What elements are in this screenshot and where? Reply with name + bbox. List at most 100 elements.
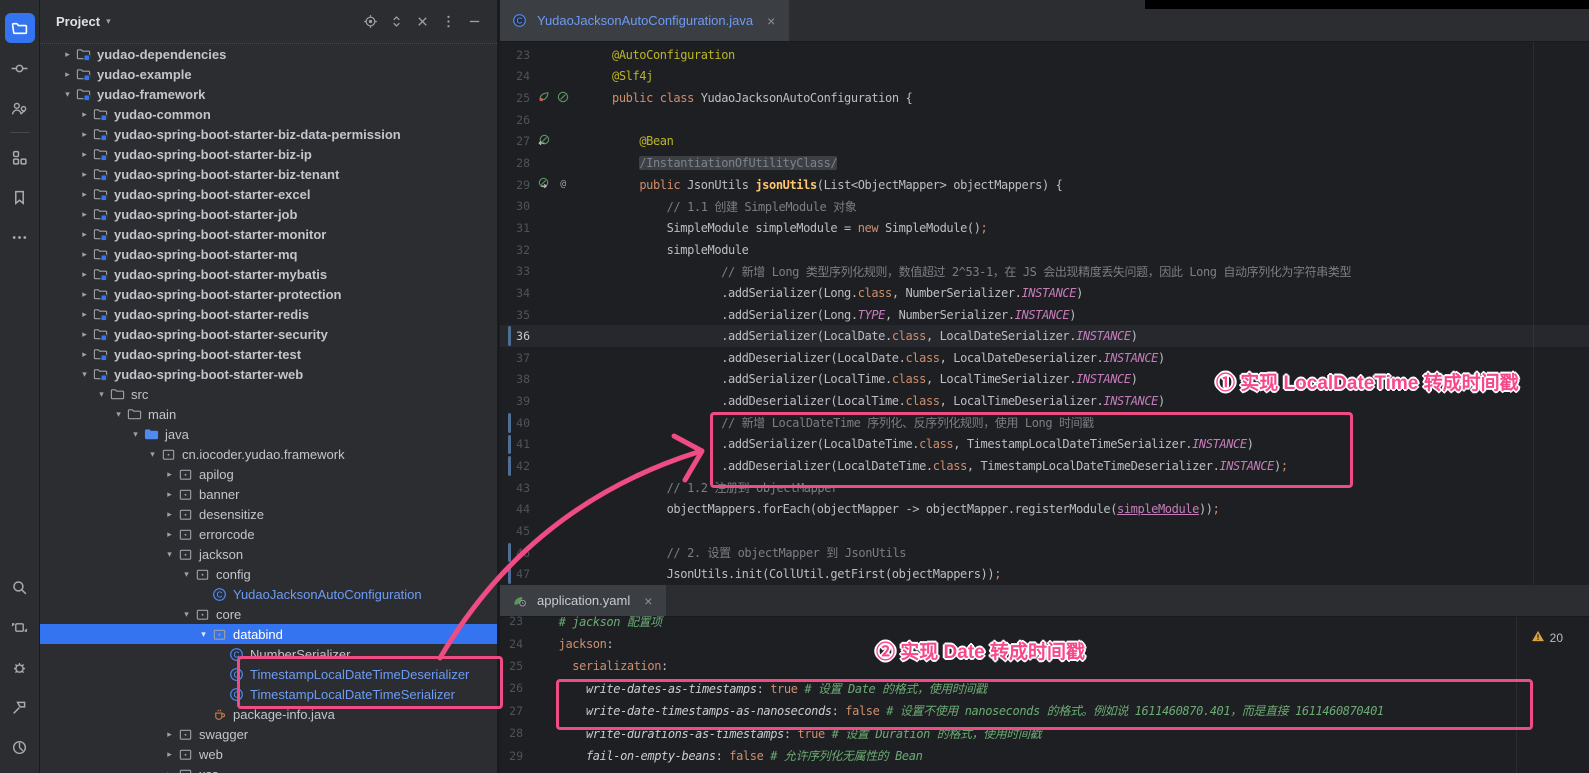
tree-item-yudao-spring-boot-starter-excel[interactable]: ▸yudao-spring-boot-starter-excel bbox=[40, 184, 497, 204]
tree-item-yudao-spring-boot-starter-security[interactable]: ▸yudao-spring-boot-starter-security bbox=[40, 324, 497, 344]
bean-out-icon[interactable] bbox=[537, 176, 551, 193]
more-icon[interactable] bbox=[5, 222, 35, 252]
chevron-right-icon[interactable]: ▸ bbox=[162, 769, 177, 773]
options-icon[interactable] bbox=[435, 9, 461, 35]
code-line-47[interactable]: 47 JsonUtils.init(CollUtil.getFirst(obje… bbox=[500, 563, 1589, 585]
chevron-right-icon[interactable]: ▸ bbox=[77, 209, 92, 220]
spring-boot-icon[interactable] bbox=[537, 90, 551, 107]
chevron-down-icon[interactable]: ▾ bbox=[77, 369, 92, 380]
chevron-right-icon[interactable]: ▸ bbox=[162, 489, 177, 500]
tree-item-cn-iocoder-yudao-framework[interactable]: ▾cn.iocoder.yudao.framework bbox=[40, 444, 497, 464]
chevron-down-icon[interactable]: ▾ bbox=[94, 389, 109, 400]
chevron-down-icon[interactable]: ▾ bbox=[179, 609, 194, 620]
code-line-30[interactable]: 30 // 1.1 创建 SimpleModule 对象 bbox=[500, 195, 1589, 217]
code-line-40[interactable]: 40 // 新增 LocalDateTime 序列化、反序列化规则，使用 Lon… bbox=[500, 412, 1589, 434]
search-icon[interactable] bbox=[5, 572, 35, 602]
code-line-25[interactable]: 25 serialization: bbox=[500, 655, 1589, 677]
chevron-right-icon[interactable]: ▸ bbox=[77, 129, 92, 140]
debug-icon[interactable] bbox=[5, 652, 35, 682]
code-line-35[interactable]: 35 .addSerializer(Long.TYPE, NumberSeria… bbox=[500, 304, 1589, 326]
code-line-34[interactable]: 34 .addSerializer(Long.class, NumberSeri… bbox=[500, 282, 1589, 304]
code-line-44[interactable]: 44 objectMappers.forEach(objectMapper ->… bbox=[500, 498, 1589, 520]
tree-item-databind[interactable]: ▾databind bbox=[40, 624, 497, 644]
chevron-right-icon[interactable]: ▸ bbox=[77, 289, 92, 300]
tree-item-yudao-spring-boot-starter-protection[interactable]: ▸yudao-spring-boot-starter-protection bbox=[40, 284, 497, 304]
code-line-26[interactable]: 26 bbox=[500, 109, 1589, 131]
build-icon[interactable] bbox=[5, 692, 35, 722]
services-icon[interactable] bbox=[5, 612, 35, 642]
close-icon[interactable]: × bbox=[763, 12, 779, 30]
chevron-right-icon[interactable]: ▸ bbox=[77, 189, 92, 200]
code-line-29[interactable]: 29@ public JsonUtils jsonUtils(List<Obje… bbox=[500, 174, 1589, 196]
code-line-23[interactable]: 23@AutoConfiguration bbox=[500, 44, 1589, 66]
tree-item-yudao-spring-boot-starter-web[interactable]: ▾yudao-spring-boot-starter-web bbox=[40, 364, 497, 384]
tree-item-yudao-spring-boot-starter-job[interactable]: ▸yudao-spring-boot-starter-job bbox=[40, 204, 497, 224]
chevron-right-icon[interactable]: ▸ bbox=[77, 229, 92, 240]
tree-item-yudao-spring-boot-starter-monitor[interactable]: ▸yudao-spring-boot-starter-monitor bbox=[40, 224, 497, 244]
tree-item-numberserializer[interactable]: CNumberSerializer bbox=[40, 644, 497, 664]
chevron-down-icon[interactable]: ▾ bbox=[179, 569, 194, 580]
tree-item-web[interactable]: ▸web bbox=[40, 744, 497, 764]
chevron-right-icon[interactable]: ▸ bbox=[162, 749, 177, 760]
tree-item-src[interactable]: ▾src bbox=[40, 384, 497, 404]
code-line-28[interactable]: 28 write-durations-as-timestamps: true #… bbox=[500, 722, 1589, 744]
chevron-right-icon[interactable]: ▸ bbox=[162, 529, 177, 540]
bookmarks-icon[interactable] bbox=[5, 182, 35, 212]
code-line-24[interactable]: 24 jackson: bbox=[500, 632, 1589, 654]
code-line-27[interactable]: 27 write-date-timestamps-as-nanoseconds:… bbox=[500, 700, 1589, 722]
tree-item-yudao-framework[interactable]: ▾yudao-framework bbox=[40, 84, 497, 104]
tree-item-core[interactable]: ▾core bbox=[40, 604, 497, 624]
code-line-25[interactable]: 25public class YudaoJacksonAutoConfigura… bbox=[500, 87, 1589, 109]
tree-item-yudao-dependencies[interactable]: ▸yudao-dependencies bbox=[40, 44, 497, 64]
tree-item-yudao-spring-boot-starter-biz-data-permission[interactable]: ▸yudao-spring-boot-starter-biz-data-perm… bbox=[40, 124, 497, 144]
tree-item-apilog[interactable]: ▸apilog bbox=[40, 464, 497, 484]
code-line-39[interactable]: 39 .addDeserializer(LocalTime.class, Loc… bbox=[500, 390, 1589, 412]
code-line-46[interactable]: 46 // 2. 设置 objectMapper 到 JsonUtils bbox=[500, 542, 1589, 564]
commit-icon[interactable] bbox=[5, 53, 35, 83]
hide-icon[interactable] bbox=[461, 9, 487, 35]
code-line-43[interactable]: 43 // 1.2 注册到 objectMapper bbox=[500, 477, 1589, 499]
tree-item-yudaojacksonautoconfiguration[interactable]: CYudaoJacksonAutoConfiguration bbox=[40, 584, 497, 604]
structure-icon[interactable] bbox=[5, 142, 35, 172]
chevron-right-icon[interactable]: ▸ bbox=[77, 249, 92, 260]
tree-item-main[interactable]: ▾main bbox=[40, 404, 497, 424]
tree-item-yudao-spring-boot-starter-redis[interactable]: ▸yudao-spring-boot-starter-redis bbox=[40, 304, 497, 324]
tree-item-yudao-spring-boot-starter-biz-tenant[interactable]: ▸yudao-spring-boot-starter-biz-tenant bbox=[40, 164, 497, 184]
pull-requests-icon[interactable] bbox=[5, 93, 35, 123]
chevron-down-icon[interactable]: ▾ bbox=[145, 449, 160, 460]
expand-collapse-icon[interactable] bbox=[383, 9, 409, 35]
chevron-right-icon[interactable]: ▸ bbox=[77, 329, 92, 340]
chevron-right-icon[interactable]: ▸ bbox=[77, 149, 92, 160]
code-line-32[interactable]: 32 simpleModule bbox=[500, 239, 1589, 261]
tree-item-errorcode[interactable]: ▸errorcode bbox=[40, 524, 497, 544]
code-line-42[interactable]: 42 .addDeserializer(LocalDateTime.class,… bbox=[500, 455, 1589, 477]
code-line-37[interactable]: 37 .addDeserializer(LocalDate.class, Loc… bbox=[500, 347, 1589, 369]
chevron-down-icon[interactable]: ▾ bbox=[60, 89, 75, 100]
at-icon[interactable]: @ bbox=[556, 176, 570, 193]
code-line-23[interactable]: 23 # jackson 配置项 bbox=[500, 610, 1589, 632]
code-line-24[interactable]: 24@Slf4j bbox=[500, 66, 1589, 88]
tree-item-swagger[interactable]: ▸swagger bbox=[40, 724, 497, 744]
tree-item-banner[interactable]: ▸banner bbox=[40, 484, 497, 504]
code-line-31[interactable]: 31 SimpleModule simpleModule = new Simpl… bbox=[500, 217, 1589, 239]
chevron-right-icon[interactable]: ▸ bbox=[77, 309, 92, 320]
chevron-down-icon[interactable]: ▾ bbox=[196, 629, 211, 640]
chevron-right-icon[interactable]: ▸ bbox=[77, 109, 92, 120]
chevron-right-icon[interactable]: ▸ bbox=[162, 729, 177, 740]
tab-yudao-jackson-auto-configuration[interactable]: C YudaoJacksonAutoConfiguration.java × bbox=[500, 0, 789, 41]
chevron-right-icon[interactable]: ▸ bbox=[60, 69, 75, 80]
chevron-down-icon[interactable]: ▾ bbox=[162, 549, 177, 560]
tree-item-yudao-spring-boot-starter-mybatis[interactable]: ▸yudao-spring-boot-starter-mybatis bbox=[40, 264, 497, 284]
locate-icon[interactable] bbox=[357, 9, 383, 35]
code-line-36[interactable]: 36 .addSerializer(LocalDate.class, Local… bbox=[500, 325, 1589, 347]
tree-item-config[interactable]: ▾config bbox=[40, 564, 497, 584]
tree-item-xss[interactable]: ▸xss bbox=[40, 764, 497, 773]
tree-item-timestamplocaldatetimedeserializer[interactable]: CTimestampLocalDateTimeDeserializer bbox=[40, 664, 497, 684]
project-panel-title[interactable]: Project bbox=[56, 14, 100, 29]
bean-in-icon[interactable] bbox=[537, 133, 551, 150]
code-line-27[interactable]: 27 @Bean bbox=[500, 131, 1589, 153]
chevron-right-icon[interactable]: ▸ bbox=[162, 509, 177, 520]
tree-item-yudao-spring-boot-starter-test[interactable]: ▸yudao-spring-boot-starter-test bbox=[40, 344, 497, 364]
tree-item-java[interactable]: ▾java bbox=[40, 424, 497, 444]
chevron-right-icon[interactable]: ▸ bbox=[162, 469, 177, 480]
